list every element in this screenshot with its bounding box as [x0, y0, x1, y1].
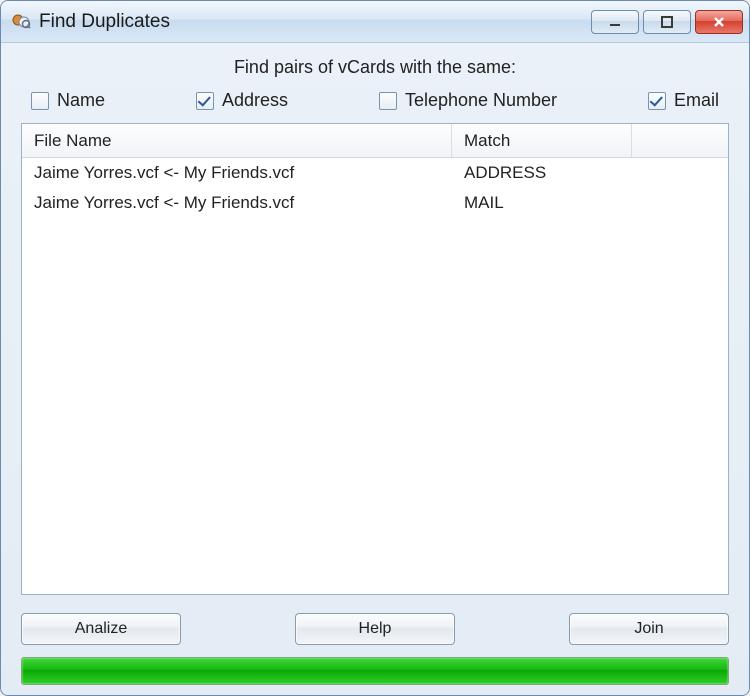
minimize-icon: [608, 15, 622, 29]
maximize-icon: [660, 15, 674, 29]
checkbox-label: Name: [57, 90, 105, 111]
criteria-checkboxes: Name Address Telephone Number Email: [21, 90, 729, 123]
list-item[interactable]: Jaime Yorres.vcf <- My Friends.vcf MAIL: [22, 188, 728, 218]
column-header-spacer: [632, 124, 728, 157]
listview-body: Jaime Yorres.vcf <- My Friends.vcf ADDRE…: [22, 158, 728, 594]
listview-header: File Name Match: [22, 124, 728, 158]
checkbox-label: Email: [674, 90, 719, 111]
client-area: Find pairs of vCards with the same: Name…: [1, 43, 749, 695]
checkbox-telephone[interactable]: Telephone Number: [379, 90, 557, 111]
instruction-label: Find pairs of vCards with the same:: [21, 57, 729, 78]
column-header-match[interactable]: Match: [452, 124, 632, 157]
cell-match: MAIL: [452, 193, 632, 213]
cell-filename: Jaime Yorres.vcf <- My Friends.vcf: [22, 193, 452, 213]
checkbox-label: Telephone Number: [405, 90, 557, 111]
progress-bar: [21, 657, 729, 685]
close-icon: [712, 15, 726, 29]
checkbox-box: [648, 92, 666, 110]
dialog-window: Find Duplicates Find pairs of vCards wit…: [0, 0, 750, 696]
minimize-button[interactable]: [591, 10, 639, 34]
titlebar[interactable]: Find Duplicates: [1, 1, 749, 43]
app-icon: [11, 12, 31, 32]
checkbox-label: Address: [222, 90, 288, 111]
checkbox-box: [31, 92, 49, 110]
checkbox-box: [379, 92, 397, 110]
maximize-button[interactable]: [643, 10, 691, 34]
checkbox-name[interactable]: Name: [31, 90, 105, 111]
checkbox-box: [196, 92, 214, 110]
close-button[interactable]: [695, 10, 743, 34]
cell-filename: Jaime Yorres.vcf <- My Friends.vcf: [22, 163, 452, 183]
join-button[interactable]: Join: [569, 613, 729, 645]
help-button[interactable]: Help: [295, 613, 455, 645]
button-row: Analize Help Join: [21, 595, 729, 657]
cell-match: ADDRESS: [452, 163, 632, 183]
column-header-filename[interactable]: File Name: [22, 124, 452, 157]
checkbox-address[interactable]: Address: [196, 90, 288, 111]
list-item[interactable]: Jaime Yorres.vcf <- My Friends.vcf ADDRE…: [22, 158, 728, 188]
window-controls: [591, 10, 743, 34]
results-listview[interactable]: File Name Match Jaime Yorres.vcf <- My F…: [21, 123, 729, 595]
checkbox-email[interactable]: Email: [648, 90, 719, 111]
window-title: Find Duplicates: [39, 11, 591, 33]
analyze-button[interactable]: Analize: [21, 613, 181, 645]
